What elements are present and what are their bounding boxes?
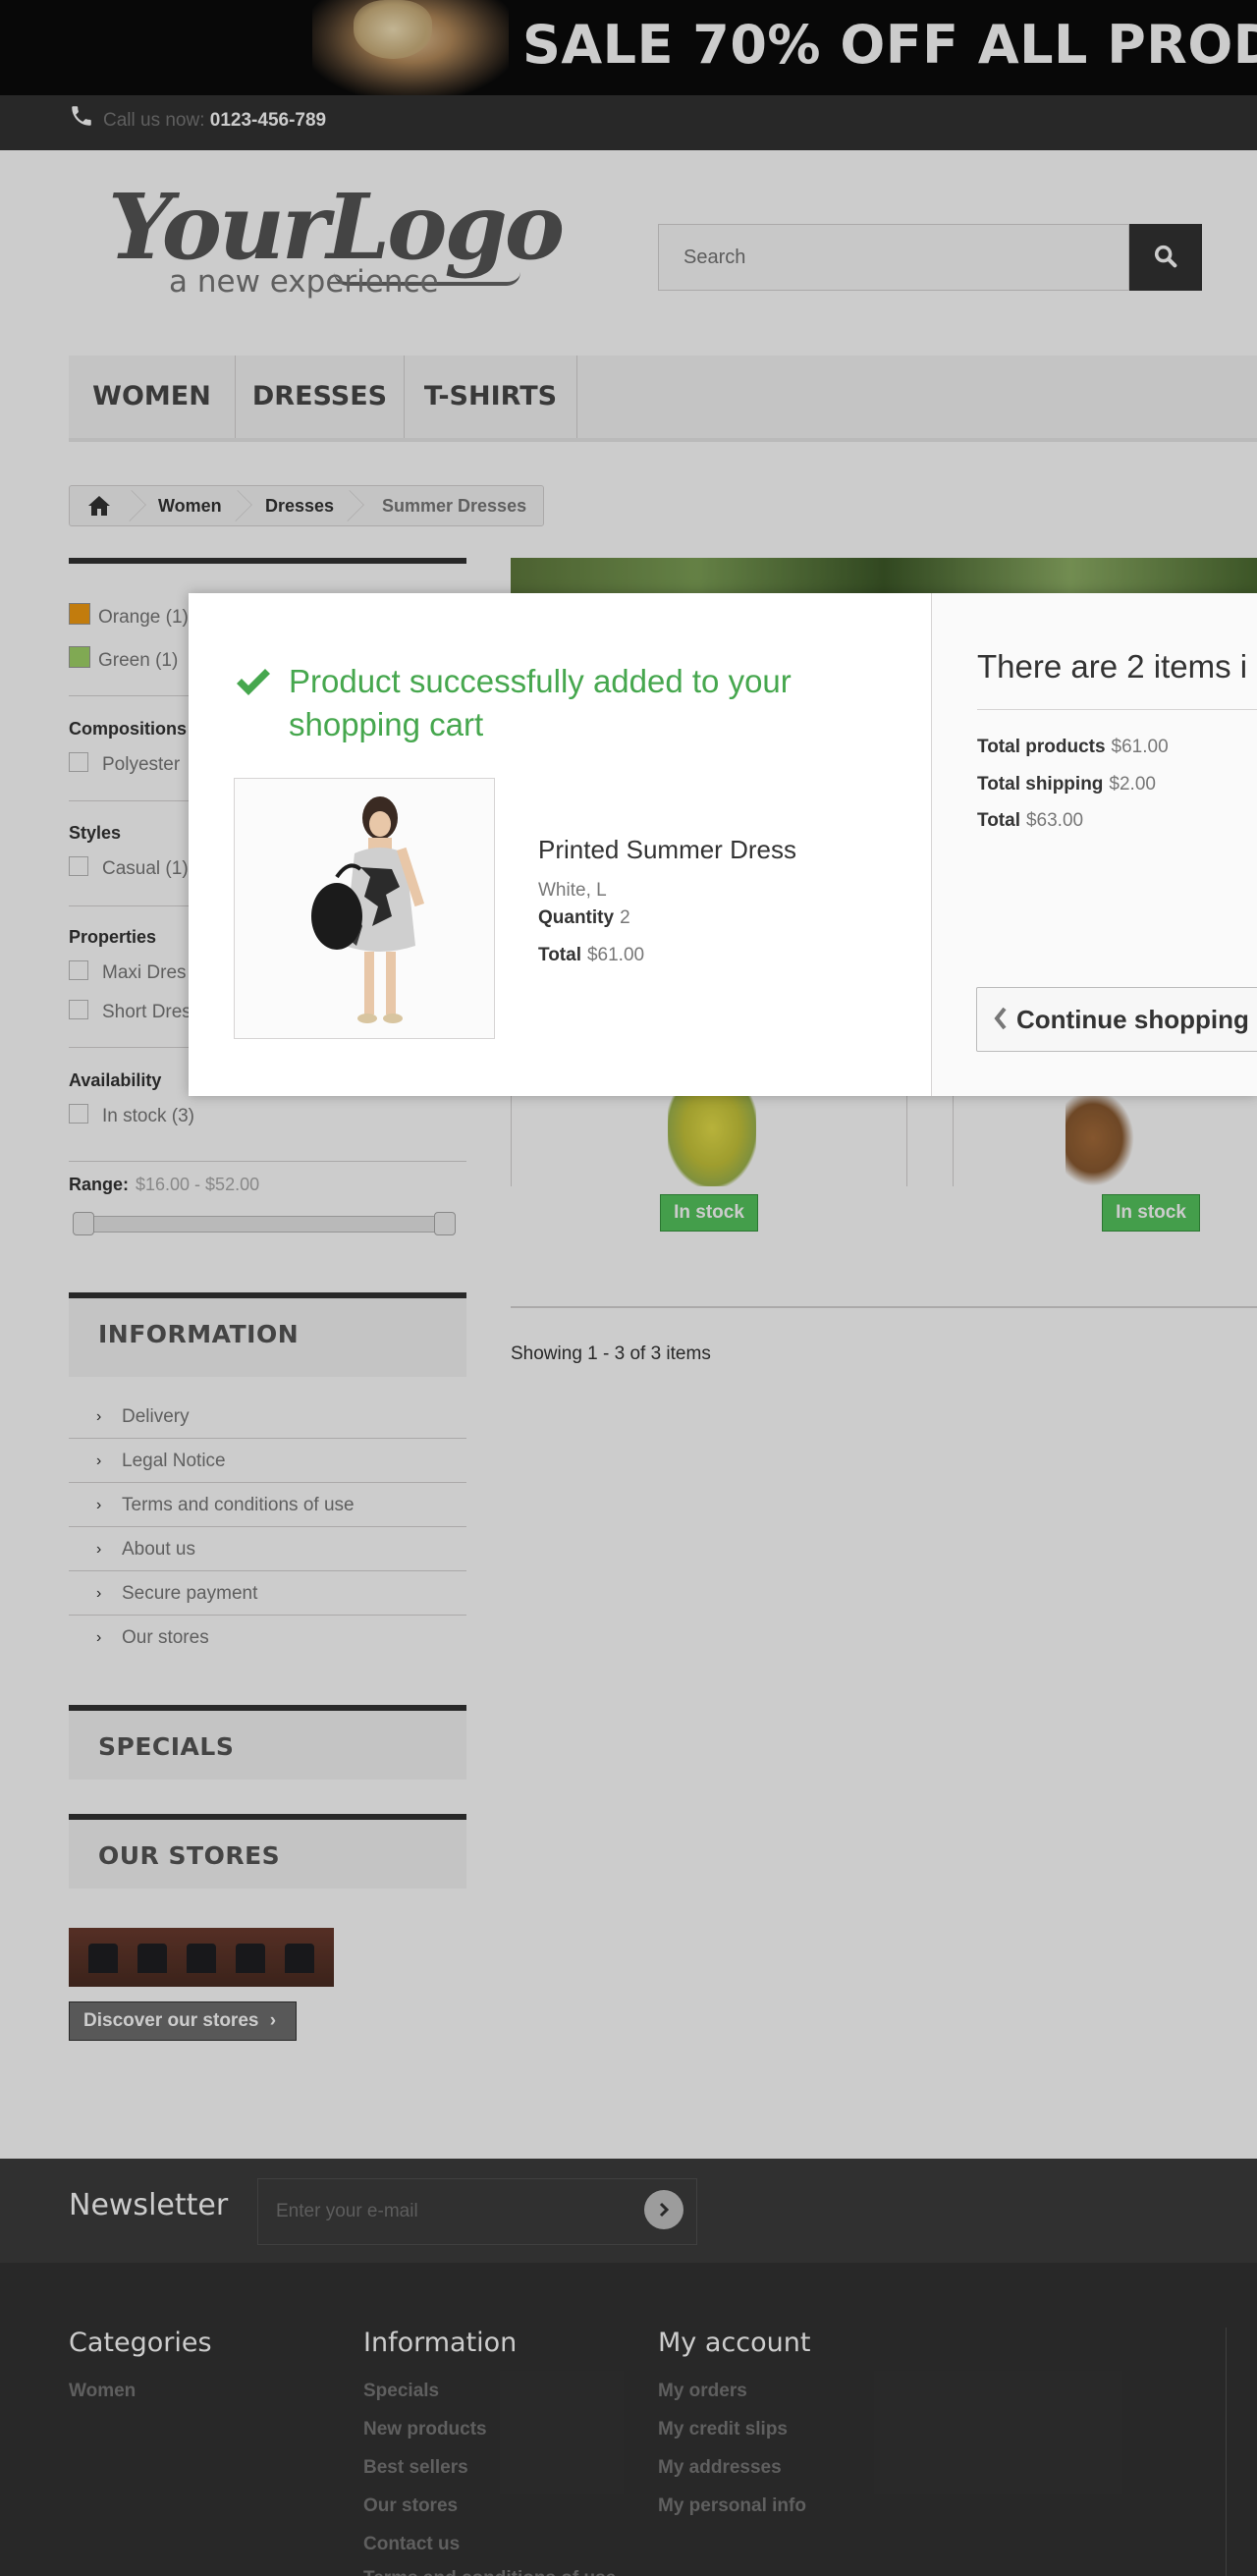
check-icon — [237, 669, 270, 695]
product-added-message: Product successfully added to your shopp… — [289, 663, 792, 742]
total-shipping-label: Total shipping — [977, 774, 1104, 795]
cart-summary-divider — [977, 709, 1257, 710]
quantity-value: 2 — [620, 907, 630, 928]
product-total-value: $61.00 — [586, 945, 645, 965]
cart-product-name: Printed Summer Dress — [538, 835, 796, 864]
cart-total-products: Total products $61.00 — [977, 737, 1169, 758]
total-products-label: Total products — [977, 737, 1106, 757]
cart-total-shipping: Total shipping $2.00 — [977, 774, 1156, 795]
cart-total-label: Total — [977, 810, 1020, 831]
dress-model-image — [311, 796, 425, 1023]
cart-product-quantity: Quantity 2 — [538, 907, 630, 929]
cart-item-count-text: There are 2 items i — [977, 648, 1248, 685]
total-products-value: $61.00 — [1111, 737, 1169, 757]
cart-product-image — [234, 778, 495, 1039]
modal-backdrop[interactable] — [0, 0, 1257, 2576]
cart-product-attributes: White, L — [538, 880, 607, 901]
total-shipping-value: $2.00 — [1109, 774, 1156, 795]
cart-grand-total: Total $63.00 — [977, 810, 1083, 832]
cart-product-total: Total $61.00 — [538, 945, 644, 966]
continue-shopping-button[interactable]: Continue shopping — [976, 987, 1257, 1052]
product-total-label: Total — [538, 945, 581, 965]
chevron-left-icon — [994, 1007, 1007, 1030]
quantity-label: Quantity — [538, 907, 615, 928]
continue-shopping-label: Continue shopping — [1016, 1004, 1249, 1034]
cart-total-value: $63.00 — [1025, 810, 1084, 831]
